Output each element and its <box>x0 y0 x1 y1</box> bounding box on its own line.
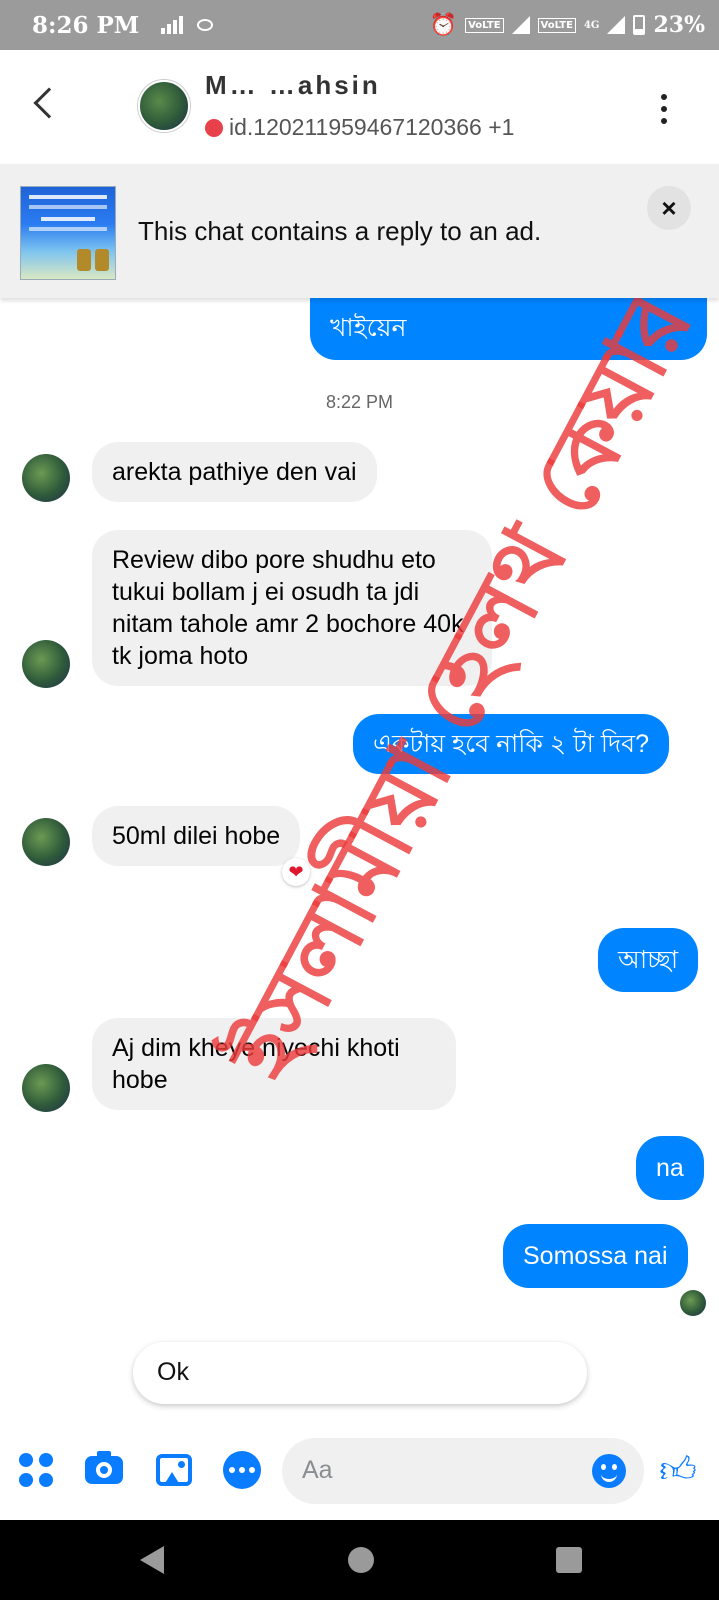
ad-reply-banner: This chat contains a reply to an ad. × <box>0 164 719 298</box>
nav-back-icon[interactable] <box>140 1546 164 1574</box>
status-time: 8:26 PM <box>32 11 140 39</box>
message-bubble-outgoing[interactable]: একটায় হবে নাকি ২ টা দিব? <box>353 714 669 774</box>
message-bubble-outgoing[interactable]: আচ্ছা <box>598 928 699 992</box>
volte-badge-1: VoLTE <box>465 17 504 33</box>
ad-thumbnail[interactable] <box>20 186 116 280</box>
emoji-icon[interactable] <box>592 1454 626 1488</box>
nav-home-icon[interactable] <box>348 1547 374 1573</box>
message-bubble-outgoing[interactable]: na <box>636 1136 704 1200</box>
message-bubble-incoming[interactable]: Aj dim kheye niyechi khoti hobe <box>92 1018 456 1110</box>
chat-bubble-icon[interactable] <box>222 1450 262 1490</box>
quick-reply-chip[interactable]: Ok <box>133 1342 587 1404</box>
message-bubble-outgoing[interactable]: Somossa nai <box>503 1224 688 1288</box>
sender-avatar[interactable] <box>22 1064 70 1112</box>
camera-icon[interactable] <box>84 1450 124 1490</box>
status-bar: 8:26 PM ⏰ VoLTE VoLTE 4G 23% <box>0 0 719 50</box>
signal-strength-icon-1 <box>511 16 530 34</box>
thumbs-up-icon[interactable]: 👍︎ <box>656 1448 700 1492</box>
nav-recents-icon[interactable] <box>556 1547 582 1573</box>
seen-receipt-avatar <box>680 1290 706 1316</box>
battery-percent: 23% <box>653 12 705 38</box>
signal-strength-icon-2 <box>607 16 626 34</box>
sender-avatar[interactable] <box>22 640 70 688</box>
network-type: 4G <box>583 19 600 31</box>
volte-badge-2: VoLTE <box>537 17 576 33</box>
contact-avatar[interactable] <box>138 80 190 132</box>
ad-banner-text: This chat contains a reply to an ad. <box>138 216 542 246</box>
system-nav-bar <box>0 1520 719 1600</box>
more-options-icon[interactable] <box>661 94 667 124</box>
chat-header: M… …ahsin id.120211959467120366 +1 <box>0 50 719 162</box>
menu-grid-icon[interactable] <box>16 1450 56 1490</box>
sender-avatar[interactable] <box>22 818 70 866</box>
message-bubble-incoming[interactable]: 50ml dilei hobe <box>92 806 301 866</box>
contact-subtitle: id.120211959467120366 +1 <box>205 114 514 141</box>
message-input[interactable] <box>302 1456 562 1485</box>
contact-id: id.120211959467120366 +1 <box>229 114 515 140</box>
alarm-icon: ⏰ <box>429 12 458 38</box>
eye-icon <box>197 19 214 31</box>
close-icon[interactable]: × <box>647 186 691 230</box>
status-dot-icon <box>205 118 223 137</box>
message-composer: 👍︎ <box>0 1420 719 1520</box>
gallery-icon[interactable] <box>154 1450 194 1490</box>
contact-name[interactable]: M… …ahsin <box>205 70 381 101</box>
message-timestamp: 8:22 PM <box>325 392 394 412</box>
message-input-box[interactable] <box>282 1438 644 1504</box>
signal-icon <box>161 16 184 34</box>
battery-icon <box>633 15 646 35</box>
heart-reaction-icon[interactable]: ❤ <box>282 858 310 886</box>
back-arrow-icon[interactable] <box>33 87 65 119</box>
sender-avatar[interactable] <box>22 454 70 502</box>
message-bubble-incoming[interactable]: Review dibo pore shudhu eto tukui bollam… <box>92 530 492 686</box>
message-bubble-incoming[interactable]: arekta pathiye den vai <box>92 442 377 502</box>
